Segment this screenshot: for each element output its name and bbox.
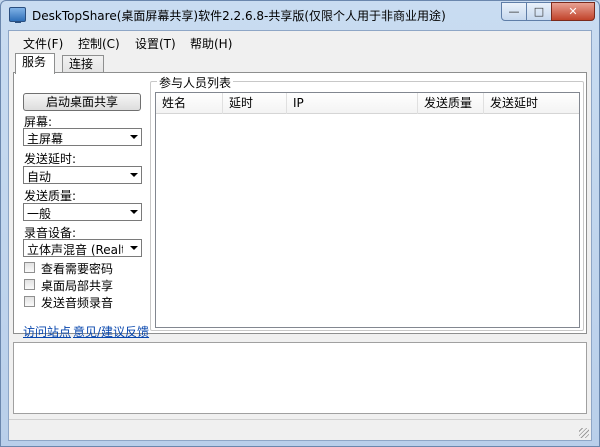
maximize-button[interactable]: □ [526, 2, 552, 21]
start-sharing-button[interactable]: 启动桌面共享 [23, 93, 141, 111]
send-audio-checkbox-label: 发送音频录音 [41, 296, 114, 310]
audio-device-select[interactable]: 立体声混音 (Realtek [23, 239, 142, 257]
delay-select-value: 自动 [27, 170, 52, 184]
checkbox-box[interactable] [24, 296, 35, 307]
delay-label: 发送延时: [24, 152, 77, 166]
menu-settings[interactable]: 设置(T) [135, 35, 176, 52]
menu-help[interactable]: 帮助(H) [190, 35, 232, 52]
partial-share-checkbox-label: 桌面局部共享 [41, 279, 114, 293]
log-area[interactable] [13, 342, 587, 414]
menu-file[interactable]: 文件(F) [23, 35, 63, 52]
participants-list[interactable]: 姓名 延时 IP 发送质量 发送延时 [155, 92, 580, 328]
title-bar[interactable]: DeskTopShare(桌面屏幕共享)软件2.2.6.8-共享版(仅限个人用于… [1, 1, 599, 29]
quality-select[interactable]: 一般 [23, 203, 142, 221]
screen-select-value: 主屏幕 [27, 132, 64, 146]
chevron-down-icon [130, 135, 138, 139]
tab-connect[interactable]: 连接 [62, 55, 104, 73]
service-panel: 启动桌面共享 屏幕: 主屏幕 发送延时: 自动 发送质量: 一般 录音设备: 立… [13, 72, 587, 339]
visit-site-link[interactable]: 访问站点 [23, 323, 71, 340]
chevron-down-icon [130, 173, 138, 177]
quality-label: 发送质量: [24, 189, 77, 203]
participants-list-header: 姓名 延时 IP 发送质量 发送延时 [156, 93, 579, 114]
status-bar [9, 419, 591, 440]
minimize-button[interactable]: — [501, 2, 527, 21]
app-window: DeskTopShare(桌面屏幕共享)软件2.2.6.8-共享版(仅限个人用于… [0, 0, 600, 447]
screen-select[interactable]: 主屏幕 [23, 128, 142, 146]
menu-control[interactable]: 控制(C) [78, 35, 120, 52]
chevron-down-icon [130, 210, 138, 214]
participants-group: 参与人员列表 姓名 延时 IP 发送质量 发送延时 [150, 74, 584, 331]
monitor-icon [9, 7, 26, 23]
checkbox-box[interactable] [24, 262, 35, 273]
column-name[interactable]: 姓名 [156, 93, 223, 114]
audio-device-select-value: 立体声混音 (Realtek [27, 243, 123, 257]
delay-select[interactable]: 自动 [23, 166, 142, 184]
column-delay[interactable]: 延时 [223, 93, 287, 114]
participants-title: 参与人员列表 [157, 74, 234, 91]
quality-select-value: 一般 [27, 207, 52, 221]
client-area: 文件(F) 控制(C) 设置(T) 帮助(H) 服务 连接 启动桌面共享 屏幕:… [8, 30, 592, 441]
column-ip[interactable]: IP [287, 93, 418, 114]
column-send-delay[interactable]: 发送延时 [484, 93, 579, 114]
column-send-quality[interactable]: 发送质量 [418, 93, 484, 114]
window-title: DeskTopShare(桌面屏幕共享)软件2.2.6.8-共享版(仅限个人用于… [32, 9, 446, 23]
feedback-link[interactable]: 意见/建议反馈 [73, 323, 149, 340]
chevron-down-icon [130, 246, 138, 250]
checkbox-box[interactable] [24, 279, 35, 290]
tab-service[interactable]: 服务 [15, 53, 55, 74]
menu-bar: 文件(F) 控制(C) 设置(T) 帮助(H) [9, 31, 591, 53]
close-button[interactable]: ✕ [551, 2, 595, 21]
password-checkbox-label: 查看需要密码 [41, 262, 114, 276]
resize-grip-icon[interactable] [579, 428, 589, 438]
